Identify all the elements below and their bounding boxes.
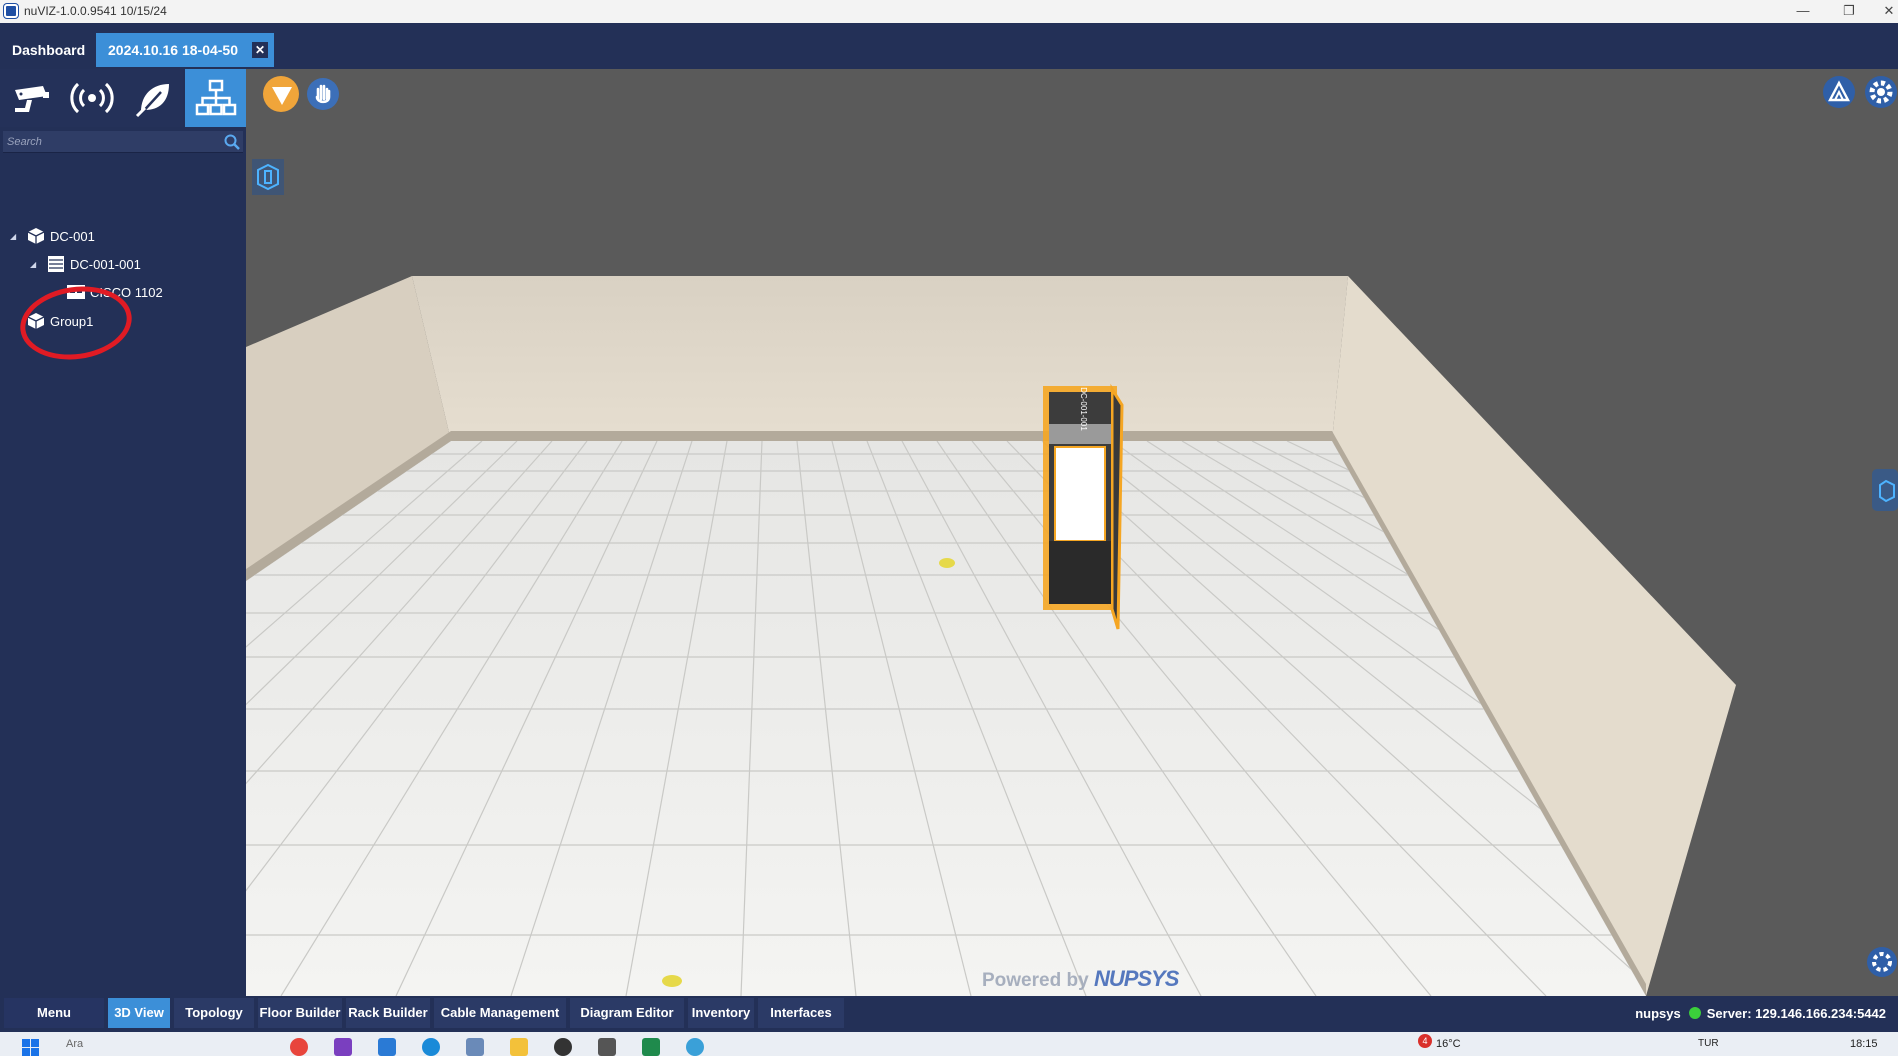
alarm-mountain-icon[interactable]	[1822, 75, 1856, 109]
tab-session[interactable]: 2024.10.16 18-04-50 ✕	[96, 33, 274, 67]
nav-diagram-editor-button[interactable]: Diagram Editor	[570, 998, 684, 1028]
weather-temperature[interactable]: 16°C	[1436, 1038, 1461, 1050]
os-taskbar: Ara 4 16°C TUR 18:15	[0, 1032, 1898, 1056]
3d-room-scene[interactable]: DC-001-001	[246, 69, 1898, 996]
wireless-signal-icon	[69, 82, 114, 114]
tree-node-cisco-1102[interactable]: CISCO 1102	[66, 280, 163, 304]
bottom-navigation-bar: Menu 3D View Topology Floor Builder Rack…	[0, 996, 1898, 1032]
group-cube-icon	[27, 313, 45, 329]
select-tool-icon[interactable]	[262, 75, 300, 113]
nav-rack-builder-button[interactable]: Rack Builder	[346, 998, 430, 1028]
wireless-mode-button[interactable]	[61, 69, 122, 127]
clock-time[interactable]: 18:15	[1850, 1038, 1878, 1050]
tree-node-label: DC-001-001	[70, 256, 141, 272]
file-explorer-icon[interactable]	[510, 1038, 528, 1056]
energy-mode-button[interactable]	[122, 69, 183, 127]
online-status-icon	[1688, 1007, 1701, 1019]
nupsys-logo: NUPSYS	[1093, 966, 1179, 991]
3d-viewport[interactable]: DC-001-001 Powered by NUPSYS	[246, 69, 1898, 996]
network-mode-button[interactable]	[185, 69, 246, 127]
tab-dashboard[interactable]: Dashboard	[0, 33, 98, 67]
minimize-button[interactable]: —	[1780, 0, 1826, 23]
nav-inventory-button[interactable]: Inventory	[688, 998, 754, 1028]
tree-node-label: Group1	[50, 313, 94, 329]
leaf-icon	[135, 84, 169, 118]
close-tab-icon[interactable]: ✕	[252, 42, 268, 58]
network-hierarchy-icon	[195, 79, 236, 116]
tree-search-box	[3, 131, 243, 153]
nav-floor-builder-button[interactable]: Floor Builder	[258, 998, 342, 1028]
nav-cable-management-button[interactable]: Cable Management	[434, 998, 566, 1028]
nav-menu-button[interactable]: Menu	[4, 998, 104, 1028]
tree-node-dc-001[interactable]: ◢ DC-001	[10, 224, 95, 248]
vscode-icon[interactable]	[378, 1038, 396, 1056]
language-indicator[interactable]: TUR	[1698, 1038, 1719, 1049]
app-icon[interactable]	[334, 1038, 352, 1056]
username: nupsys	[1635, 1006, 1681, 1021]
skype-icon[interactable]	[422, 1038, 440, 1056]
floor-marker[interactable]	[662, 975, 682, 987]
nav-interfaces-button[interactable]: Interfaces	[758, 998, 844, 1028]
datacenter-cube-icon	[27, 228, 45, 244]
window-title-bar: nuVIZ-1.0.0.9541 10/15/24 — ❐ ✕	[0, 0, 1898, 23]
tab-dashboard-label: Dashboard	[12, 42, 86, 58]
app-icon[interactable]	[466, 1038, 484, 1056]
rack-icon	[48, 256, 64, 272]
refresh-view-icon[interactable]	[1866, 946, 1898, 978]
nav-topology-button[interactable]: Topology	[174, 998, 254, 1028]
floor-view-icon[interactable]	[252, 159, 284, 195]
camera-mode-button[interactable]	[0, 69, 61, 127]
app-logo-icon	[4, 4, 18, 18]
connection-status: nupsys Server: 129.146.166.234:5442	[1635, 996, 1886, 1032]
excel-icon[interactable]	[642, 1038, 660, 1056]
window-title: nuVIZ-1.0.0.9541 10/15/24	[24, 4, 167, 18]
floor-marker[interactable]	[939, 558, 955, 568]
settings-gear-icon[interactable]	[1864, 75, 1898, 109]
security-camera-icon	[14, 86, 49, 112]
search-input[interactable]	[3, 131, 219, 153]
notification-badge: 4	[1418, 1034, 1432, 1048]
powered-by-watermark: Powered by NUPSYS	[982, 966, 1179, 992]
device-icon	[67, 285, 85, 299]
nav-3d-view-button[interactable]: 3D View	[108, 998, 170, 1028]
tab-session-label: 2024.10.16 18-04-50	[108, 42, 238, 58]
tree-node-label: CISCO 1102	[90, 284, 163, 300]
back-wall	[412, 276, 1348, 441]
tree-node-label: DC-001	[50, 228, 95, 244]
app-icon[interactable]	[554, 1038, 572, 1056]
windows-start-icon[interactable]	[22, 1039, 40, 1056]
expanded-arrow-icon[interactable]: ◢	[30, 260, 40, 269]
right-panel-toggle-icon[interactable]	[1872, 469, 1898, 511]
chrome-icon[interactable]	[290, 1038, 308, 1056]
selected-rack[interactable]: DC-001-001	[1043, 383, 1124, 630]
globe-icon[interactable]	[686, 1038, 704, 1056]
tree-node-group1[interactable]: Group1	[10, 309, 93, 333]
server-address: Server: 129.146.166.234:5442	[1706, 1006, 1886, 1021]
watermark-prefix: Powered by	[982, 970, 1089, 991]
close-window-button[interactable]: ✕	[1866, 0, 1898, 23]
taskbar-search-text[interactable]: Ara	[66, 1038, 83, 1050]
search-icon[interactable]	[223, 133, 241, 151]
left-sidebar: ◢ DC-001 ◢ DC-001-001 CISCO 1102 Group1	[0, 69, 246, 996]
expanded-arrow-icon[interactable]: ◢	[10, 232, 20, 241]
tree-node-dc-001-001[interactable]: ◢ DC-001-001	[30, 252, 141, 276]
app-icon[interactable]	[598, 1038, 616, 1056]
pan-hand-icon[interactable]	[306, 77, 340, 111]
document-tab-bar: Dashboard 2024.10.16 18-04-50 ✕	[0, 23, 1898, 69]
rack-label: DC-001-001	[1079, 387, 1088, 431]
